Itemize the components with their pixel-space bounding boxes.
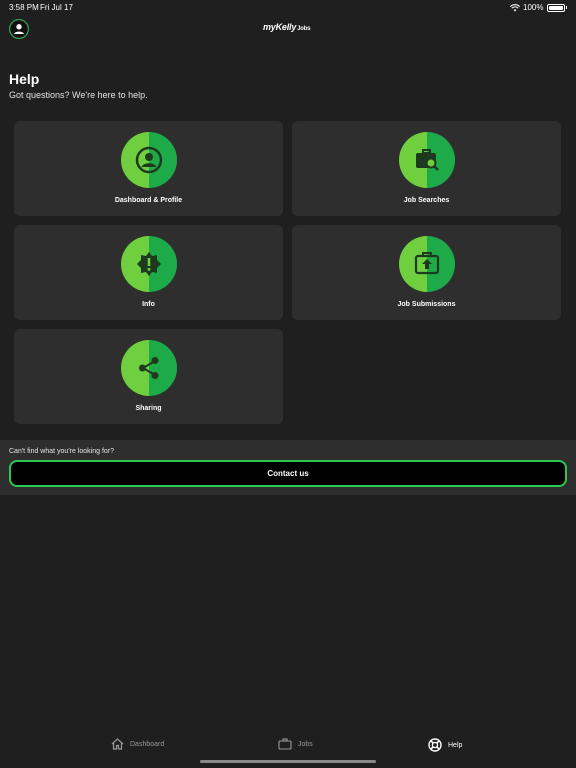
card-job-submissions[interactable]: Job Submissions: [292, 225, 561, 320]
card-icon-circle: [121, 340, 177, 396]
wifi-icon: [510, 3, 521, 11]
status-bar: 3:58 PM Fri Jul 17 100%: [0, 0, 576, 14]
page-subtitle: Got questions? We're here to help.: [9, 90, 148, 100]
contact-prompt: Can't find what you're looking for?: [9, 448, 115, 455]
account-icon: [10, 20, 28, 38]
card-job-searches[interactable]: Job Searches: [292, 121, 561, 216]
tab-bar: Dashboard Jobs Help: [0, 724, 576, 768]
tab-jobs[interactable]: Jobs: [278, 738, 313, 750]
contact-section: Can't find what you're looking for? Cont…: [0, 440, 576, 495]
home-indicator: [200, 760, 376, 763]
card-label: Dashboard & Profile: [114, 197, 183, 204]
briefcase-icon: [278, 738, 292, 750]
logo-main: myKelly: [263, 22, 297, 32]
card-icon-circle: [121, 236, 177, 292]
alert-badge-icon: [137, 252, 161, 276]
home-icon: [111, 738, 124, 750]
account-circle-icon: [135, 146, 163, 174]
share-icon: [139, 357, 159, 379]
card-dashboard-profile[interactable]: Dashboard & Profile: [14, 121, 283, 216]
status-right: 100%: [510, 3, 567, 12]
card-label: Info: [142, 301, 155, 308]
briefcase-search-icon: [416, 149, 439, 171]
card-label: Job Submissions: [397, 301, 456, 308]
profile-button[interactable]: [9, 19, 29, 39]
contact-us-button[interactable]: Contact us: [9, 460, 567, 487]
tab-help[interactable]: Help: [428, 738, 462, 752]
card-icon-circle: [399, 236, 455, 292]
status-time: 3:58 PM: [9, 3, 39, 12]
status-date: Fri Jul 17: [40, 3, 73, 12]
card-label: Job Searches: [403, 197, 450, 204]
logo-sub: Jobs: [297, 26, 311, 32]
tab-label: Dashboard: [130, 740, 165, 748]
card-label: Sharing: [135, 405, 162, 412]
card-sharing[interactable]: Sharing: [14, 329, 283, 424]
briefcase-upload-icon: [414, 252, 440, 275]
tab-label: Jobs: [298, 740, 313, 748]
page-title: Help: [9, 71, 40, 87]
app-logo: myKellyJobs: [263, 22, 311, 32]
tab-label: Help: [448, 741, 463, 749]
card-icon-circle: [399, 132, 455, 188]
battery-tip: [565, 6, 567, 9]
battery-percent: 100%: [523, 3, 544, 12]
tab-dashboard[interactable]: Dashboard: [111, 738, 164, 750]
lifebuoy-icon: [428, 738, 442, 752]
battery-icon: [546, 3, 565, 12]
card-info[interactable]: Info: [14, 225, 283, 320]
card-icon-circle: [121, 132, 177, 188]
